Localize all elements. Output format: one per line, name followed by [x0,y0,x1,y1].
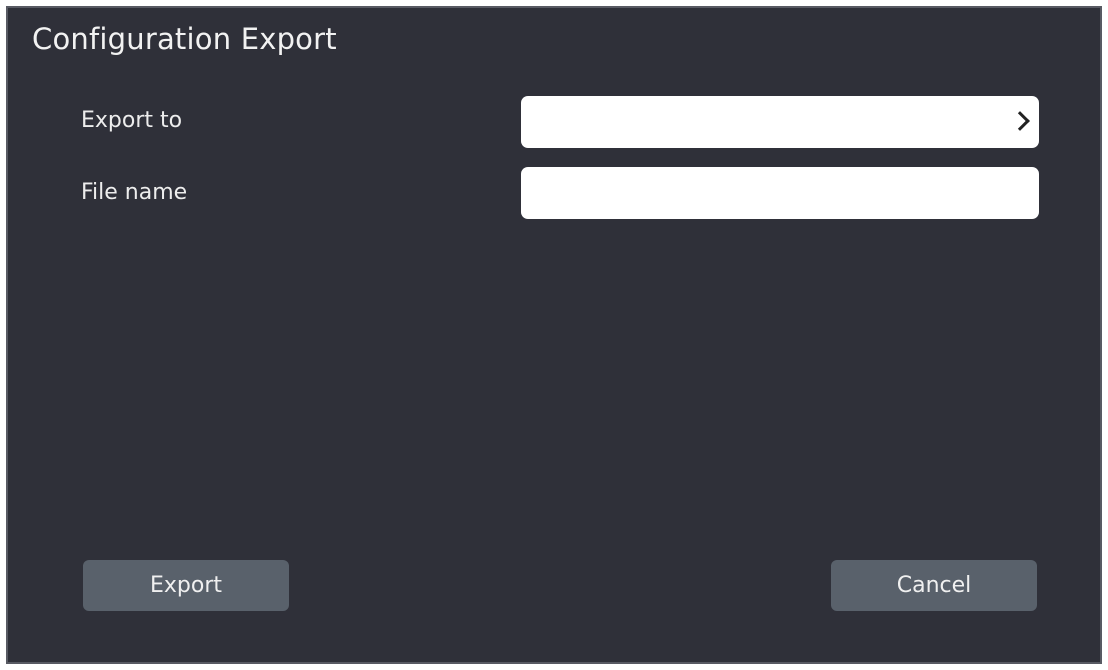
cancel-button[interactable]: Cancel [831,560,1037,611]
file-name-input[interactable] [521,167,1039,219]
export-button[interactable]: Export [83,560,289,611]
dialog-title: Configuration Export [32,22,337,56]
chevron-right-icon[interactable] [1010,111,1030,131]
file-name-label: File name [81,180,188,205]
configuration-export-dialog: Configuration Export Export to File name… [6,6,1102,664]
export-to-selector[interactable] [521,96,1039,148]
export-to-label: Export to [81,108,183,133]
